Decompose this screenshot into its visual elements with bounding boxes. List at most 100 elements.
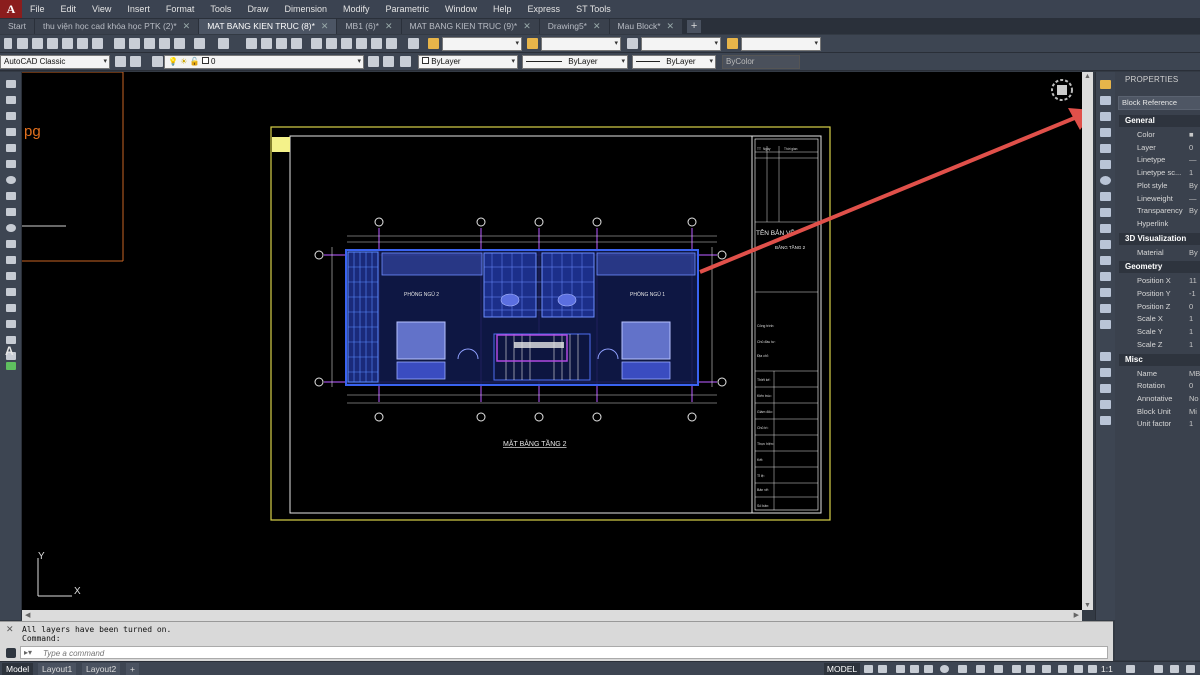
object-snap-tracking-icon[interactable]: [976, 665, 985, 673]
layout-tab-model[interactable]: Model: [2, 663, 34, 675]
plot-style-combo[interactable]: ByColor: [722, 55, 800, 69]
close-tab-icon[interactable]: ✕: [593, 19, 601, 34]
rotate-icon[interactable]: [1100, 176, 1111, 185]
text-style-combo[interactable]: ▾: [442, 37, 522, 51]
property-row[interactable]: Linetype sc... 1: [1119, 167, 1200, 179]
make-current-layer-icon[interactable]: [368, 56, 379, 67]
property-row[interactable]: Unit factor 1: [1119, 418, 1200, 430]
dim-style-combo[interactable]: ▾: [541, 37, 621, 51]
annotation-visibility-icon[interactable]: [1058, 665, 1067, 673]
text-style-icon[interactable]: [428, 38, 439, 49]
add-selected-icon[interactable]: [6, 362, 16, 370]
offset-icon[interactable]: [1100, 128, 1111, 137]
quickcalc-icon[interactable]: [386, 38, 397, 49]
document-tab[interactable]: MAT BANG KIEN TRUC (8)* ✕: [199, 19, 337, 34]
plot-icon[interactable]: [62, 38, 73, 49]
cut-icon[interactable]: [114, 38, 125, 49]
property-row[interactable]: Scale Y 1: [1119, 326, 1200, 338]
layer-combo[interactable]: 💡 ☀ 🔓 0 ▾: [164, 55, 364, 69]
property-row[interactable]: Rotation 0: [1119, 380, 1200, 392]
document-tab[interactable]: thu viện học cad khóa học PTK (2)* ✕: [34, 19, 199, 34]
add-layout-button[interactable]: +: [126, 663, 139, 675]
close-tab-icon[interactable]: ✕: [183, 19, 191, 34]
bring-front-icon[interactable]: [1100, 368, 1111, 377]
multiline-text-icon[interactable]: A: [5, 344, 14, 358]
add-icon[interactable]: [1154, 665, 1163, 673]
isolate-objects-icon[interactable]: [1170, 665, 1179, 673]
scroll-down-icon[interactable]: ▼: [1084, 602, 1091, 609]
menu-item-insert[interactable]: Insert: [119, 0, 158, 18]
copy-object-icon[interactable]: [1100, 96, 1111, 105]
ellipse-arc-icon[interactable]: [6, 240, 16, 248]
redo-icon[interactable]: [218, 38, 229, 49]
menu-item-file[interactable]: File: [22, 0, 53, 18]
close-tab-icon[interactable]: ✕: [321, 19, 329, 34]
menu-item-help[interactable]: Help: [485, 0, 520, 18]
menu-item-st-tools[interactable]: ST Tools: [568, 0, 619, 18]
copy-icon[interactable]: [129, 38, 140, 49]
document-tab[interactable]: Mau Block* ✕: [609, 19, 683, 34]
selection-type-dropdown[interactable]: Block Reference: [1118, 96, 1200, 110]
zoom-realtime-icon[interactable]: [261, 38, 272, 49]
layout-tab-layout2[interactable]: Layout2: [82, 663, 121, 675]
properties-icon[interactable]: [311, 38, 322, 49]
help-icon[interactable]: [408, 38, 419, 49]
zoom-previous-icon[interactable]: [291, 38, 302, 49]
send-back-icon[interactable]: [1100, 384, 1111, 393]
linetype-combo[interactable]: ByLayer ▾: [522, 55, 628, 69]
spline-icon[interactable]: [6, 208, 16, 216]
customization-icon[interactable]: [1186, 665, 1195, 673]
match-properties-icon[interactable]: [159, 38, 170, 49]
color-combo[interactable]: ByLayer ▾: [418, 55, 518, 69]
menu-item-edit[interactable]: Edit: [53, 0, 85, 18]
property-row[interactable]: Plot style By: [1119, 180, 1200, 192]
property-row[interactable]: Position X 11: [1119, 275, 1200, 287]
model-space-toggle[interactable]: MODEL: [824, 663, 860, 675]
layer-state-icon[interactable]: [400, 56, 411, 67]
ellipse-icon[interactable]: [6, 224, 16, 232]
table-style-icon[interactable]: [627, 38, 638, 49]
command-input[interactable]: [43, 648, 743, 658]
fillet-icon[interactable]: [1100, 304, 1111, 313]
workspace-switch-icon[interactable]: [1126, 665, 1135, 673]
title-block[interactable]: TT Ngày Thời gian TÊN BẢN VẼ BẰNG TẦNG 2…: [751, 135, 822, 514]
menu-item-dimension[interactable]: Dimension: [276, 0, 335, 18]
close-tab-icon[interactable]: ✕: [385, 19, 393, 34]
line-icon[interactable]: [6, 80, 16, 88]
break-icon[interactable]: [1100, 256, 1111, 265]
workspace-save-icon[interactable]: [130, 56, 141, 67]
trim-icon[interactable]: [1100, 224, 1111, 233]
menu-item-tools[interactable]: Tools: [202, 0, 239, 18]
property-row[interactable]: Layer 0: [1119, 142, 1200, 154]
command-input-box[interactable]: ▸▾: [20, 646, 1108, 659]
erase-icon[interactable]: [1100, 80, 1111, 89]
lineweight-combo[interactable]: ByLayer ▾: [632, 55, 716, 69]
menu-item-window[interactable]: Window: [437, 0, 485, 18]
app-logo-icon[interactable]: A: [0, 0, 22, 18]
lineweight-display-icon[interactable]: [1012, 665, 1021, 673]
transparency-icon[interactable]: [1026, 665, 1035, 673]
property-row[interactable]: Annotative No: [1119, 393, 1200, 405]
rectangle-icon[interactable]: [6, 144, 16, 152]
explode-icon[interactable]: [1100, 320, 1111, 329]
property-row[interactable]: Transparency By: [1119, 205, 1200, 217]
property-row[interactable]: Material By: [1119, 247, 1200, 259]
menu-item-draw[interactable]: Draw: [239, 0, 276, 18]
selection-grip[interactable]: [272, 137, 290, 152]
save-icon[interactable]: [47, 38, 58, 49]
close-tab-icon[interactable]: ✕: [667, 19, 675, 34]
drawing-svg[interactable]: pg TT Ngày Thời gian TÊN BẢN VẼ BẰNG TẦN…: [22, 72, 1082, 610]
construction-line-icon[interactable]: [6, 96, 16, 104]
ortho-icon[interactable]: [924, 665, 933, 673]
document-tab[interactable]: MB1 (6)* ✕: [337, 19, 401, 34]
paste-icon[interactable]: [144, 38, 155, 49]
new-tab-button[interactable]: +: [687, 20, 702, 33]
stretch-icon[interactable]: [1100, 208, 1111, 217]
open-file-icon[interactable]: [32, 38, 43, 49]
workspace-settings-icon[interactable]: [115, 56, 126, 67]
move-icon[interactable]: [1100, 160, 1111, 169]
object-snap-icon[interactable]: [994, 665, 1003, 673]
property-row[interactable]: Hyperlink: [1119, 218, 1200, 230]
publish-icon[interactable]: [92, 38, 103, 49]
polar-tracking-icon[interactable]: [940, 665, 949, 673]
